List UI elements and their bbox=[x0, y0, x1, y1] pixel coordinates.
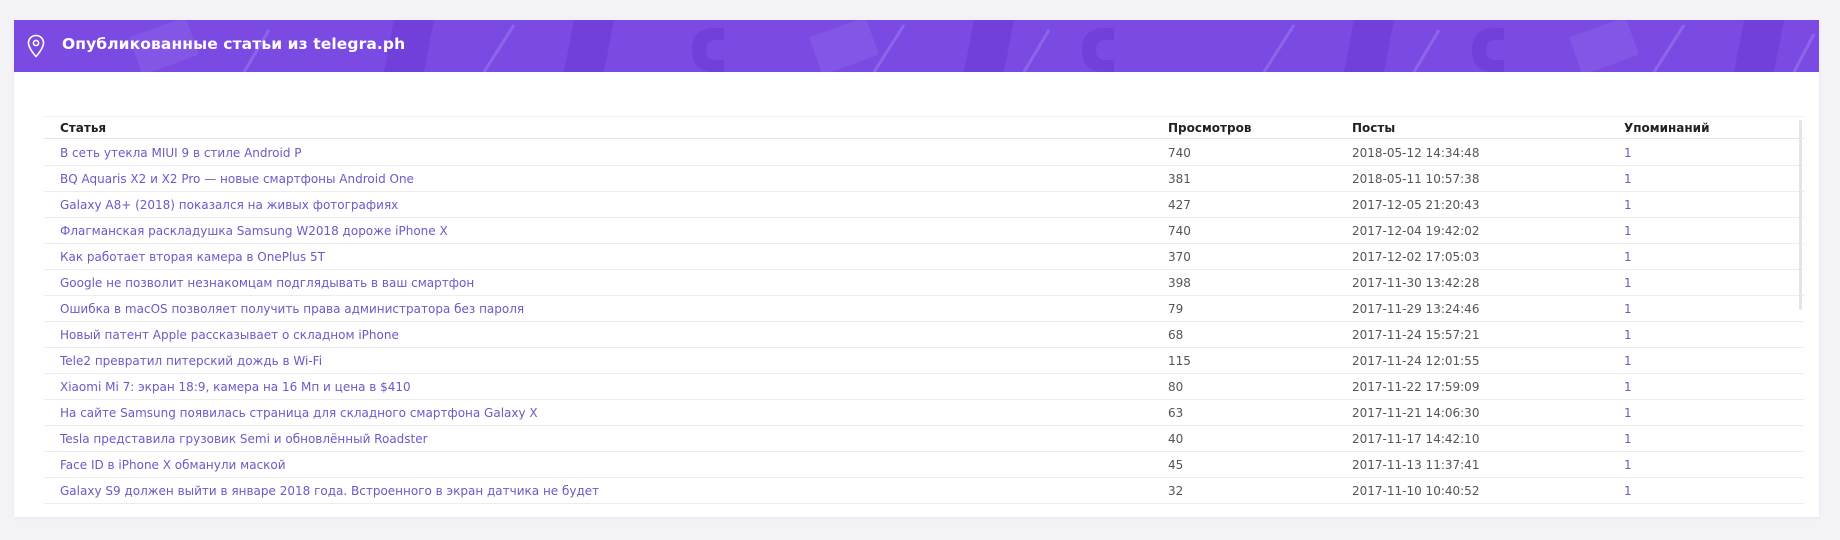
column-header-posts[interactable]: Посты bbox=[1352, 121, 1395, 135]
article-title-link[interactable]: Флагманская раскладушка Samsung W2018 до… bbox=[60, 224, 448, 238]
article-title-link[interactable]: Ошибка в macOS позволяет получить права … bbox=[60, 302, 524, 316]
article-title-link[interactable]: Galaxy S9 должен выйти в январе 2018 год… bbox=[60, 484, 599, 498]
post-date: 2017-12-05 21:20:43 bbox=[1352, 198, 1480, 212]
post-date: 2017-12-04 19:42:02 bbox=[1352, 224, 1480, 238]
post-date: 2017-11-29 13:24:46 bbox=[1352, 302, 1480, 316]
views-count: 398 bbox=[1168, 276, 1191, 290]
mentions-count-link[interactable]: 1 bbox=[1624, 146, 1632, 160]
post-date: 2017-11-13 11:37:41 bbox=[1352, 458, 1480, 472]
post-date: 2017-11-21 14:06:30 bbox=[1352, 406, 1480, 420]
post-date: 2017-11-22 17:59:09 bbox=[1352, 380, 1480, 394]
column-header-mentions[interactable]: Упоминаний bbox=[1624, 121, 1710, 135]
views-count: 381 bbox=[1168, 172, 1191, 186]
views-count: 79 bbox=[1168, 302, 1184, 316]
article-title-link[interactable]: Face ID в iPhone X обманули маской bbox=[60, 458, 286, 472]
article-title-link[interactable]: BQ Aquaris X2 и X2 Pro — новые смартфоны… bbox=[60, 172, 414, 186]
table-row: На сайте Samsung появилась страница для … bbox=[44, 399, 1804, 426]
table-header-row: Статья Просмотров Посты Упоминаний bbox=[44, 116, 1804, 139]
table-row: BQ Aquaris X2 и X2 Pro — новые смартфоны… bbox=[44, 165, 1804, 192]
post-date: 2017-11-24 12:01:55 bbox=[1352, 354, 1480, 368]
views-count: 40 bbox=[1168, 432, 1184, 446]
table-row: Galaxy A8+ (2018) показался на живых фот… bbox=[44, 191, 1804, 218]
mentions-count-link[interactable]: 1 bbox=[1624, 302, 1632, 316]
post-date: 2017-11-30 13:42:28 bbox=[1352, 276, 1480, 290]
views-count: 32 bbox=[1168, 484, 1184, 498]
table-row: Ошибка в macOS позволяет получить права … bbox=[44, 295, 1804, 322]
table-row: Флагманская раскладушка Samsung W2018 до… bbox=[44, 217, 1804, 244]
article-title-link[interactable]: Tesla представила грузовик Semi и обновл… bbox=[60, 432, 428, 446]
mentions-count-link[interactable]: 1 bbox=[1624, 224, 1632, 238]
mentions-count-link[interactable]: 1 bbox=[1624, 198, 1632, 212]
mentions-count-link[interactable]: 1 bbox=[1624, 406, 1632, 420]
post-date: 2017-11-24 15:57:21 bbox=[1352, 328, 1480, 342]
post-date: 2018-05-12 14:34:48 bbox=[1352, 146, 1480, 160]
article-title-link[interactable]: Tele2 превратил питерский дождь в Wi-Fi bbox=[60, 354, 322, 368]
panel-title: Опубликованные статьи из telegra.ph bbox=[62, 35, 406, 53]
views-count: 80 bbox=[1168, 380, 1184, 394]
mentions-count-link[interactable]: 1 bbox=[1624, 484, 1632, 498]
column-header-article[interactable]: Статья bbox=[60, 121, 106, 135]
table-row: В сеть утекла MIUI 9 в стиле Android P 74… bbox=[44, 139, 1804, 166]
views-count: 427 bbox=[1168, 198, 1191, 212]
views-count: 370 bbox=[1168, 250, 1191, 264]
mentions-count-link[interactable]: 1 bbox=[1624, 250, 1632, 264]
views-count: 115 bbox=[1168, 354, 1191, 368]
table-row: Xiaomi Mi 7: экран 18:9, камера на 16 Мп… bbox=[44, 373, 1804, 400]
mentions-count-link[interactable]: 1 bbox=[1624, 432, 1632, 446]
panel-header: Опубликованные статьи из telegra.ph bbox=[14, 20, 1819, 72]
table-row: Google не позволит незнакомцам подглядыв… bbox=[44, 269, 1804, 296]
views-count: 63 bbox=[1168, 406, 1184, 420]
mentions-count-link[interactable]: 1 bbox=[1624, 172, 1632, 186]
article-title-link[interactable]: Google не позволит незнакомцам подглядыв… bbox=[60, 276, 474, 290]
location-pin-icon bbox=[27, 34, 45, 58]
views-count: 68 bbox=[1168, 328, 1184, 342]
table-row: Face ID в iPhone X обманули маской 45 2017… bbox=[44, 451, 1804, 478]
article-title-link[interactable]: Xiaomi Mi 7: экран 18:9, камера на 16 Мп… bbox=[60, 380, 411, 394]
post-date: 2017-12-02 17:05:03 bbox=[1352, 250, 1480, 264]
article-title-link[interactable]: Как работает вторая камера в OnePlus 5T bbox=[60, 250, 325, 264]
views-count: 45 bbox=[1168, 458, 1184, 472]
mentions-count-link[interactable]: 1 bbox=[1624, 354, 1632, 368]
article-title-link[interactable]: Новый патент Apple рассказывает о складн… bbox=[60, 328, 399, 342]
post-date: 2017-11-10 10:40:52 bbox=[1352, 484, 1480, 498]
articles-table: Статья Просмотров Посты Упоминаний В сет… bbox=[44, 96, 1804, 511]
mentions-count-link[interactable]: 1 bbox=[1624, 458, 1632, 472]
mentions-count-link[interactable]: 1 bbox=[1624, 276, 1632, 290]
views-count: 740 bbox=[1168, 224, 1191, 238]
article-title-link[interactable]: На сайте Samsung появилась страница для … bbox=[60, 406, 538, 420]
article-title-link[interactable]: В сеть утекла MIUI 9 в стиле Android P bbox=[60, 146, 302, 160]
post-date: 2017-11-17 14:42:10 bbox=[1352, 432, 1480, 446]
table-row: Tele2 превратил питерский дождь в Wi-Fi 1… bbox=[44, 347, 1804, 374]
article-title-link[interactable]: Galaxy A8+ (2018) показался на живых фот… bbox=[60, 198, 398, 212]
table-scrollbar[interactable] bbox=[1799, 120, 1802, 310]
mentions-count-link[interactable]: 1 bbox=[1624, 328, 1632, 342]
views-count: 740 bbox=[1168, 146, 1191, 160]
table-row: Tesla представила грузовик Semi и обновл… bbox=[44, 425, 1804, 452]
column-header-views[interactable]: Просмотров bbox=[1168, 121, 1251, 135]
table-row: Новый патент Apple рассказывает о складн… bbox=[44, 321, 1804, 348]
articles-panel: Опубликованные статьи из telegra.ph Стат… bbox=[14, 20, 1819, 517]
post-date: 2018-05-11 10:57:38 bbox=[1352, 172, 1480, 186]
table-row: Как работает вторая камера в OnePlus 5T 3… bbox=[44, 243, 1804, 270]
table-row: Galaxy S9 должен выйти в январе 2018 год… bbox=[44, 477, 1804, 504]
mentions-count-link[interactable]: 1 bbox=[1624, 380, 1632, 394]
